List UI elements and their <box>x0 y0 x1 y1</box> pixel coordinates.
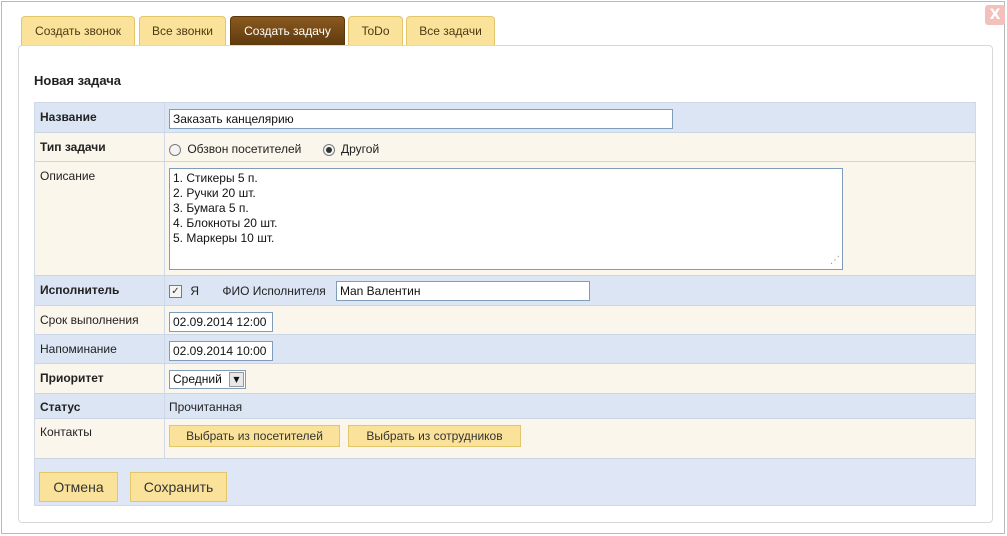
assignee-label: Исполнитель <box>40 283 120 297</box>
priority-select[interactable]: Средний ▼ <box>169 370 246 389</box>
chevron-down-icon[interactable]: ▼ <box>229 372 244 387</box>
divider <box>164 162 165 275</box>
divider <box>164 364 165 393</box>
reminder-label: Напоминание <box>40 342 117 356</box>
divider <box>164 306 165 334</box>
select-employees-button[interactable]: Выбрать из сотрудников <box>348 425 521 447</box>
deadline-label: Срок выполнения <box>40 313 139 327</box>
fio-label: ФИО Исполнителя <box>222 284 326 298</box>
reminder-input[interactable] <box>169 341 273 361</box>
dialog-window: X Создать звонок Все звонки Создать зада… <box>1 1 1005 534</box>
self-checkbox[interactable]: ✓ <box>169 285 182 299</box>
task-type-label: Тип задачи <box>40 140 106 154</box>
row-contacts: Контакты Выбрать из посетителей Выбрать … <box>35 419 975 459</box>
status-value: Прочитанная <box>169 400 243 414</box>
divider <box>164 419 165 458</box>
self-label: Я <box>190 284 200 298</box>
status-label: Статус <box>40 400 81 414</box>
cancel-button[interactable]: Отмена <box>39 472 118 502</box>
row-reminder: Напоминание <box>35 335 975 364</box>
divider <box>164 394 165 418</box>
select-visitors-button[interactable]: Выбрать из посетителей <box>169 425 340 447</box>
row-name: Название <box>35 103 975 133</box>
description-textarea[interactable]: 1. Стикеры 5 п. 2. Ручки 20 шт. 3. Бумаг… <box>169 168 843 270</box>
radio-visitors-label: Обзвон посетителей <box>187 142 302 156</box>
panel-title: Новая задача <box>34 73 122 88</box>
tab-create-call[interactable]: Создать звонок <box>21 16 135 46</box>
divider <box>164 276 165 305</box>
name-input[interactable] <box>169 109 673 129</box>
tab-all-calls[interactable]: Все звонки <box>139 16 226 46</box>
tab-todo[interactable]: ToDo <box>348 16 403 46</box>
row-task-type: Тип задачи Обзвон посетителей Другой <box>35 133 975 162</box>
deadline-input[interactable] <box>169 312 273 332</box>
radio-other-label: Другой <box>341 142 380 156</box>
name-label: Название <box>40 110 97 124</box>
row-priority: Приоритет Средний ▼ <box>35 364 975 394</box>
tab-all-tasks[interactable]: Все задачи <box>406 16 495 46</box>
description-label: Описание <box>40 169 96 183</box>
radio-other[interactable] <box>322 143 335 156</box>
row-status: Статус Прочитанная <box>35 394 975 419</box>
row-assignee: Исполнитель ✓ Я ФИО Исполнителя <box>35 276 975 306</box>
row-description: Описание 1. Стикеры 5 п. 2. Ручки 20 шт.… <box>35 162 975 276</box>
task-form: Название Тип задачи Обзвон посетителей Д… <box>34 102 976 506</box>
fio-input[interactable] <box>336 281 590 301</box>
close-icon[interactable]: X <box>985 5 1005 25</box>
assignee-self: ✓ Я ФИО Исполнителя <box>169 284 326 299</box>
priority-value: Средний <box>173 372 222 386</box>
row-deadline: Срок выполнения <box>35 306 975 335</box>
divider <box>164 103 165 132</box>
resize-grip-icon[interactable]: ⋰ <box>830 255 840 266</box>
contacts-label: Контакты <box>40 425 92 439</box>
task-panel: Новая задача Название Тип задачи Обзвон … <box>18 45 993 523</box>
tab-create-task[interactable]: Создать задачу <box>230 16 345 46</box>
divider <box>164 335 165 363</box>
radio-visitors[interactable] <box>169 143 181 156</box>
divider <box>164 133 165 161</box>
task-type-options: Обзвон посетителей Другой <box>169 142 379 156</box>
save-button[interactable]: Сохранить <box>130 472 227 502</box>
priority-label: Приоритет <box>40 371 104 385</box>
